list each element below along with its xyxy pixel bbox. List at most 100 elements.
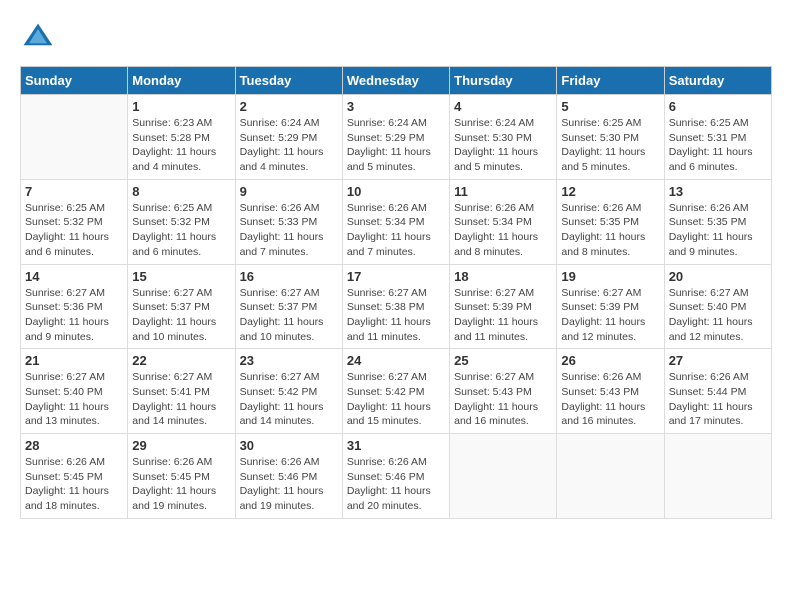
day-info: Sunrise: 6:27 AMSunset: 5:41 PMDaylight:…	[132, 370, 230, 429]
day-info: Sunrise: 6:24 AMSunset: 5:30 PMDaylight:…	[454, 116, 552, 175]
day-number: 28	[25, 438, 123, 453]
calendar-cell: 24 Sunrise: 6:27 AMSunset: 5:42 PMDayligh…	[342, 349, 449, 434]
day-number: 6	[669, 99, 767, 114]
header-thursday: Thursday	[450, 67, 557, 95]
day-info: Sunrise: 6:26 AMSunset: 5:45 PMDaylight:…	[25, 455, 123, 514]
header-wednesday: Wednesday	[342, 67, 449, 95]
day-info: Sunrise: 6:27 AMSunset: 5:40 PMDaylight:…	[25, 370, 123, 429]
calendar-cell: 31 Sunrise: 6:26 AMSunset: 5:46 PMDayligh…	[342, 434, 449, 519]
day-info: Sunrise: 6:24 AMSunset: 5:29 PMDaylight:…	[347, 116, 445, 175]
week-row-0: 1Sunrise: 6:23 AMSunset: 5:28 PMDaylight…	[21, 95, 772, 180]
calendar-cell: 8 Sunrise: 6:25 AMSunset: 5:32 PMDaylight…	[128, 179, 235, 264]
week-row-2: 14 Sunrise: 6:27 AMSunset: 5:36 PMDayligh…	[21, 264, 772, 349]
week-row-4: 28 Sunrise: 6:26 AMSunset: 5:45 PMDayligh…	[21, 434, 772, 519]
day-info: Sunrise: 6:26 AMSunset: 5:44 PMDaylight:…	[669, 370, 767, 429]
day-info: Sunrise: 6:25 AMSunset: 5:32 PMDaylight:…	[25, 201, 123, 260]
calendar-header-row: SundayMondayTuesdayWednesdayThursdayFrid…	[21, 67, 772, 95]
day-info: Sunrise: 6:27 AMSunset: 5:38 PMDaylight:…	[347, 286, 445, 345]
day-number: 8	[132, 184, 230, 199]
calendar-cell: 10 Sunrise: 6:26 AMSunset: 5:34 PMDayligh…	[342, 179, 449, 264]
header-sunday: Sunday	[21, 67, 128, 95]
day-info: Sunrise: 6:25 AMSunset: 5:32 PMDaylight:…	[132, 201, 230, 260]
calendar-cell: 26Sunrise: 6:26 AMSunset: 5:43 PMDayligh…	[557, 349, 664, 434]
day-number: 21	[25, 353, 123, 368]
calendar-cell: 13 Sunrise: 6:26 AMSunset: 5:35 PMDayligh…	[664, 179, 771, 264]
calendar-cell: 28 Sunrise: 6:26 AMSunset: 5:45 PMDayligh…	[21, 434, 128, 519]
calendar-cell: 19Sunrise: 6:27 AMSunset: 5:39 PMDayligh…	[557, 264, 664, 349]
day-info: Sunrise: 6:23 AMSunset: 5:28 PMDaylight:…	[132, 116, 230, 175]
day-number: 13	[669, 184, 767, 199]
calendar-cell: 14 Sunrise: 6:27 AMSunset: 5:36 PMDayligh…	[21, 264, 128, 349]
calendar-cell: 1Sunrise: 6:23 AMSunset: 5:28 PMDaylight…	[128, 95, 235, 180]
calendar-cell: 6Sunrise: 6:25 AMSunset: 5:31 PMDaylight…	[664, 95, 771, 180]
day-number: 31	[347, 438, 445, 453]
calendar-cell: 20 Sunrise: 6:27 AMSunset: 5:40 PMDayligh…	[664, 264, 771, 349]
day-number: 24	[347, 353, 445, 368]
day-info: Sunrise: 6:27 AMSunset: 5:42 PMDaylight:…	[240, 370, 338, 429]
header-monday: Monday	[128, 67, 235, 95]
day-number: 5	[561, 99, 659, 114]
calendar-cell: 7Sunrise: 6:25 AMSunset: 5:32 PMDaylight…	[21, 179, 128, 264]
calendar-cell: 11 Sunrise: 6:26 AMSunset: 5:34 PMDayligh…	[450, 179, 557, 264]
day-info: Sunrise: 6:27 AMSunset: 5:37 PMDaylight:…	[240, 286, 338, 345]
calendar-cell: 2Sunrise: 6:24 AMSunset: 5:29 PMDaylight…	[235, 95, 342, 180]
day-info: Sunrise: 6:26 AMSunset: 5:34 PMDaylight:…	[347, 201, 445, 260]
day-number: 9	[240, 184, 338, 199]
day-info: Sunrise: 6:26 AMSunset: 5:46 PMDaylight:…	[240, 455, 338, 514]
calendar-table: SundayMondayTuesdayWednesdayThursdayFrid…	[20, 66, 772, 519]
day-number: 19	[561, 269, 659, 284]
day-info: Sunrise: 6:25 AMSunset: 5:30 PMDaylight:…	[561, 116, 659, 175]
day-number: 25	[454, 353, 552, 368]
logo-icon	[20, 20, 56, 56]
day-number: 16	[240, 269, 338, 284]
calendar-cell	[450, 434, 557, 519]
calendar-cell: 21 Sunrise: 6:27 AMSunset: 5:40 PMDayligh…	[21, 349, 128, 434]
week-row-3: 21 Sunrise: 6:27 AMSunset: 5:40 PMDayligh…	[21, 349, 772, 434]
day-info: Sunrise: 6:27 AMSunset: 5:43 PMDaylight:…	[454, 370, 552, 429]
calendar-cell: 30 Sunrise: 6:26 AMSunset: 5:46 PMDayligh…	[235, 434, 342, 519]
logo	[20, 20, 60, 56]
day-info: Sunrise: 6:26 AMSunset: 5:43 PMDaylight:…	[561, 370, 659, 429]
day-info: Sunrise: 6:26 AMSunset: 5:33 PMDaylight:…	[240, 201, 338, 260]
day-number: 18	[454, 269, 552, 284]
day-number: 22	[132, 353, 230, 368]
calendar-cell: 3 Sunrise: 6:24 AMSunset: 5:29 PMDaylight…	[342, 95, 449, 180]
calendar-cell: 17 Sunrise: 6:27 AMSunset: 5:38 PMDayligh…	[342, 264, 449, 349]
header-tuesday: Tuesday	[235, 67, 342, 95]
calendar-cell: 22 Sunrise: 6:27 AMSunset: 5:41 PMDayligh…	[128, 349, 235, 434]
header-saturday: Saturday	[664, 67, 771, 95]
day-number: 4	[454, 99, 552, 114]
header-friday: Friday	[557, 67, 664, 95]
calendar-cell: 4 Sunrise: 6:24 AMSunset: 5:30 PMDaylight…	[450, 95, 557, 180]
day-info: Sunrise: 6:27 AMSunset: 5:40 PMDaylight:…	[669, 286, 767, 345]
day-info: Sunrise: 6:26 AMSunset: 5:35 PMDaylight:…	[561, 201, 659, 260]
day-info: Sunrise: 6:27 AMSunset: 5:37 PMDaylight:…	[132, 286, 230, 345]
day-info: Sunrise: 6:27 AMSunset: 5:36 PMDaylight:…	[25, 286, 123, 345]
day-info: Sunrise: 6:26 AMSunset: 5:35 PMDaylight:…	[669, 201, 767, 260]
day-number: 20	[669, 269, 767, 284]
day-info: Sunrise: 6:24 AMSunset: 5:29 PMDaylight:…	[240, 116, 338, 175]
calendar-cell	[557, 434, 664, 519]
day-number: 12	[561, 184, 659, 199]
day-number: 3	[347, 99, 445, 114]
calendar-cell: 25 Sunrise: 6:27 AMSunset: 5:43 PMDayligh…	[450, 349, 557, 434]
day-info: Sunrise: 6:26 AMSunset: 5:34 PMDaylight:…	[454, 201, 552, 260]
calendar-cell	[664, 434, 771, 519]
day-number: 14	[25, 269, 123, 284]
calendar-cell: 18Sunrise: 6:27 AMSunset: 5:39 PMDayligh…	[450, 264, 557, 349]
day-number: 30	[240, 438, 338, 453]
calendar-cell: 29Sunrise: 6:26 AMSunset: 5:45 PMDayligh…	[128, 434, 235, 519]
day-info: Sunrise: 6:26 AMSunset: 5:45 PMDaylight:…	[132, 455, 230, 514]
calendar-cell: 5 Sunrise: 6:25 AMSunset: 5:30 PMDaylight…	[557, 95, 664, 180]
page-header	[20, 20, 772, 56]
day-number: 10	[347, 184, 445, 199]
calendar-cell	[21, 95, 128, 180]
day-info: Sunrise: 6:27 AMSunset: 5:42 PMDaylight:…	[347, 370, 445, 429]
day-number: 23	[240, 353, 338, 368]
calendar-cell: 15Sunrise: 6:27 AMSunset: 5:37 PMDayligh…	[128, 264, 235, 349]
calendar-cell: 16 Sunrise: 6:27 AMSunset: 5:37 PMDayligh…	[235, 264, 342, 349]
day-number: 11	[454, 184, 552, 199]
day-info: Sunrise: 6:26 AMSunset: 5:46 PMDaylight:…	[347, 455, 445, 514]
calendar-cell: 9 Sunrise: 6:26 AMSunset: 5:33 PMDaylight…	[235, 179, 342, 264]
day-number: 17	[347, 269, 445, 284]
